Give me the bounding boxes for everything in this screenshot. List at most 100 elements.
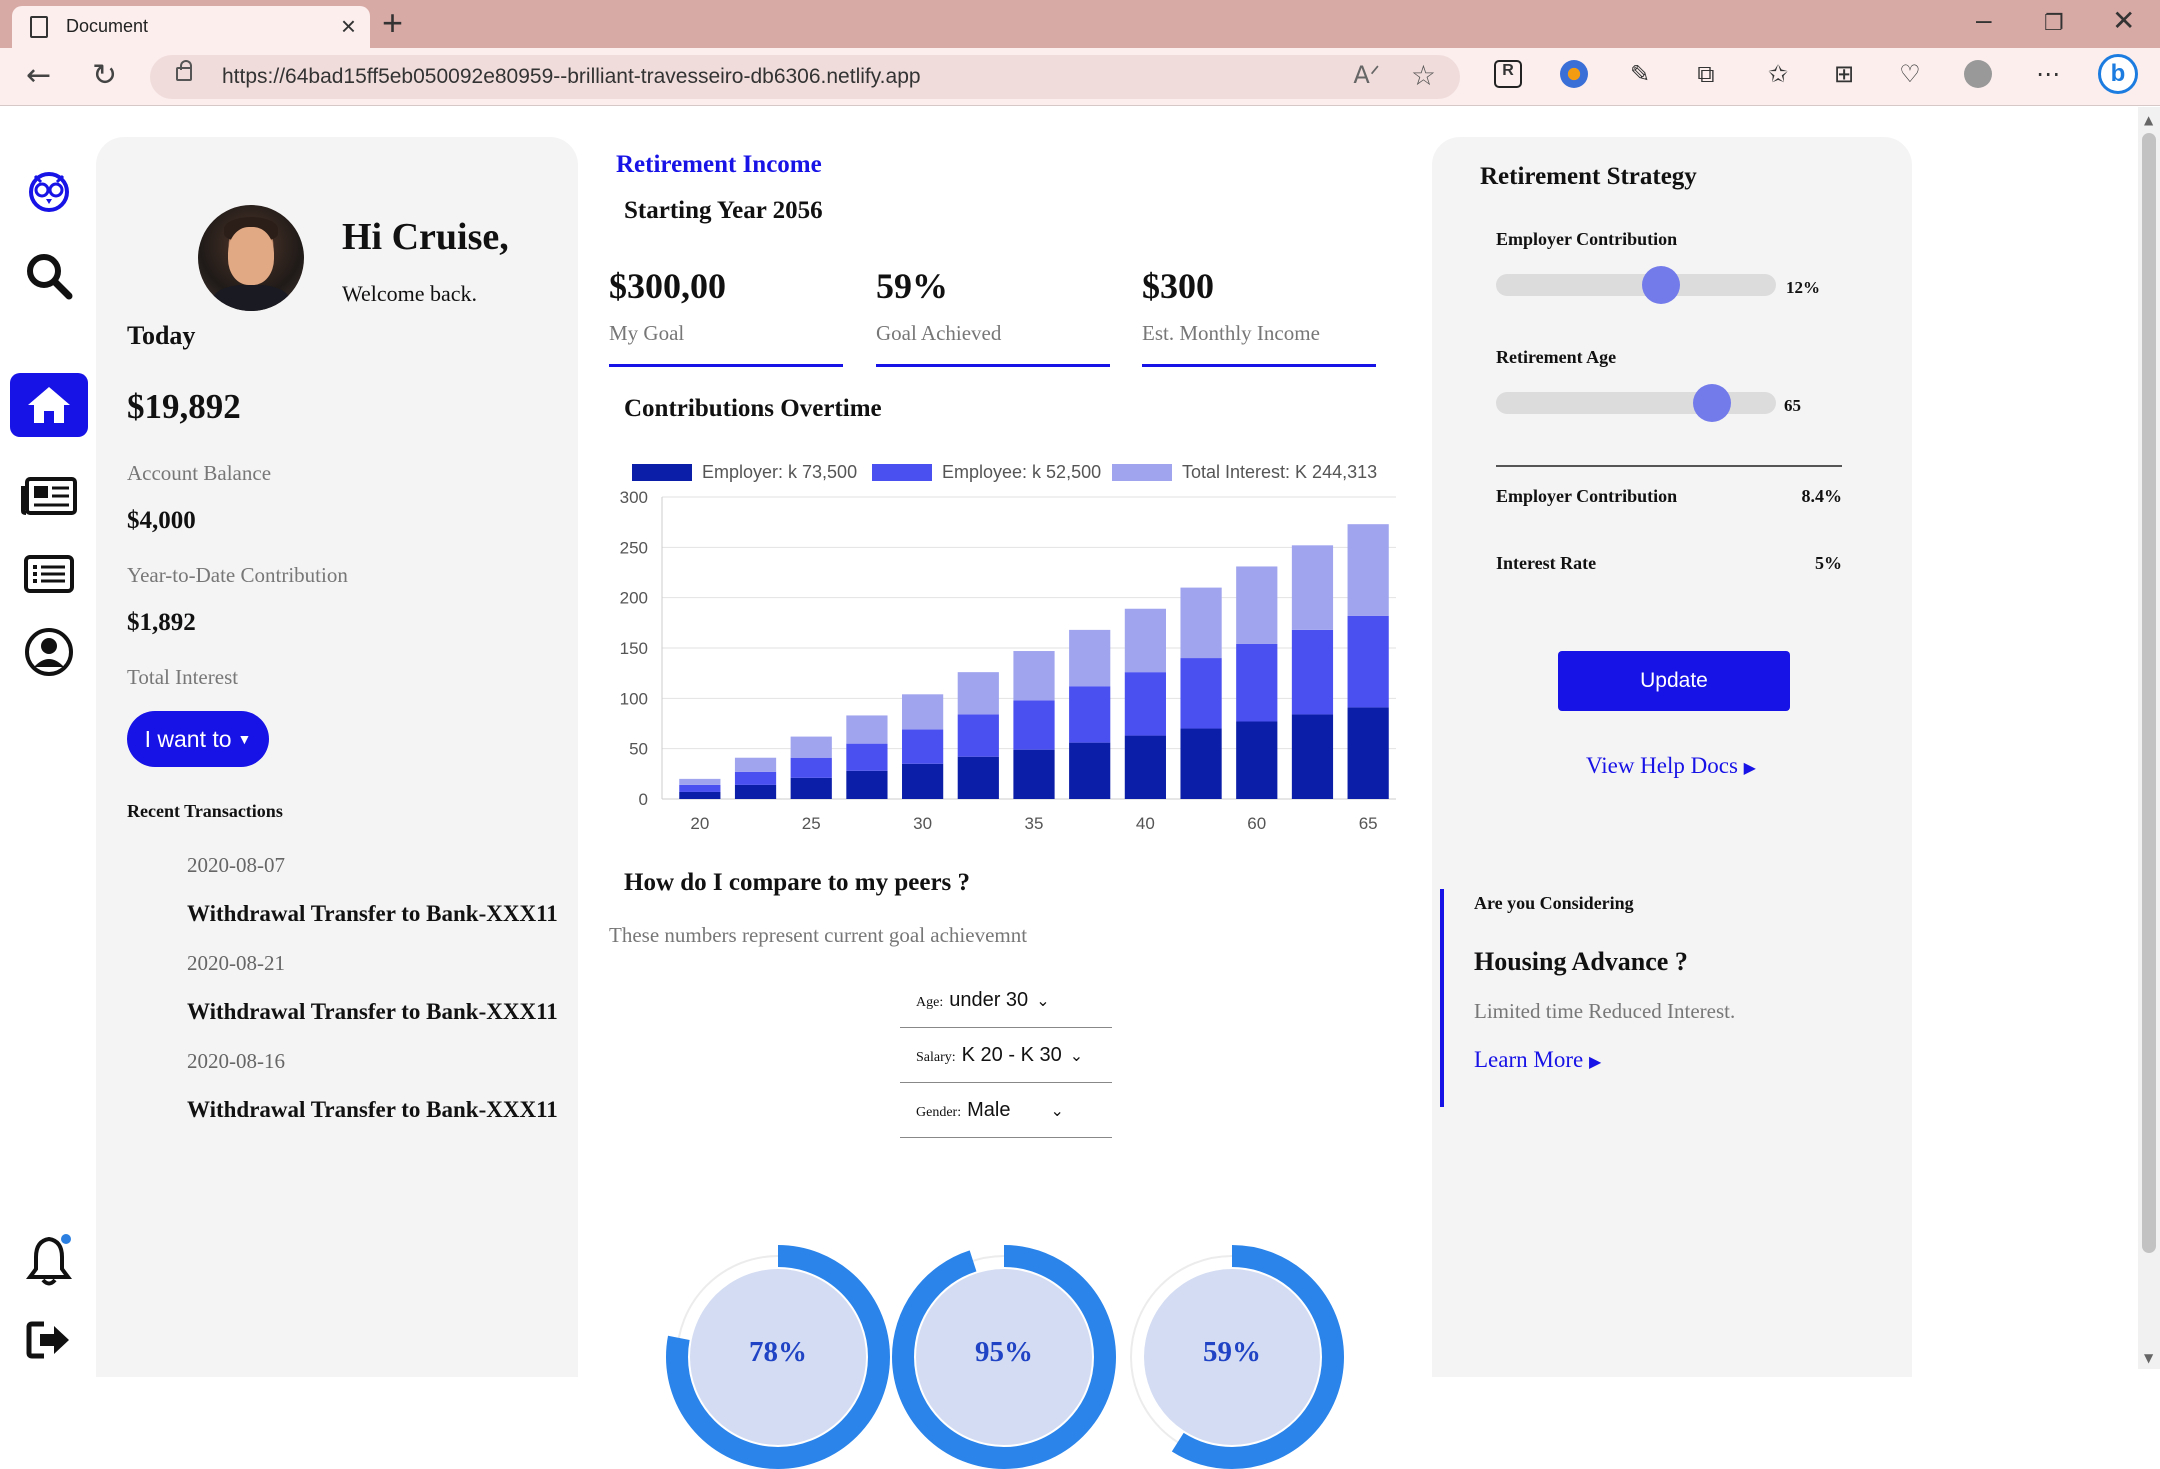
ytd-contribution-value: $4,000	[127, 507, 196, 534]
bar-segment	[734, 771, 777, 785]
newspaper-icon[interactable]	[20, 467, 78, 525]
extension-color-icon[interactable]	[1560, 60, 1588, 88]
bing-copilot-icon[interactable]: b	[2098, 54, 2138, 94]
notification-bell-icon[interactable]	[20, 1231, 78, 1289]
filter-value: Male	[967, 1098, 1011, 1121]
home-icon[interactable]	[10, 373, 88, 437]
tab-close-icon[interactable]: ×	[341, 11, 356, 42]
stat-label: Goal Achieved	[876, 321, 1002, 345]
view-help-docs-link[interactable]: View Help Docs ▶	[1586, 753, 1756, 779]
promo-title: Housing Advance ?	[1474, 947, 1688, 976]
scroll-down-icon[interactable]: ▼	[2144, 1351, 2153, 1365]
window-close-icon[interactable]: ✕	[2112, 4, 2135, 37]
bar-segment	[1124, 735, 1166, 799]
welcome-text: Welcome back.	[342, 281, 478, 306]
vertical-scrollbar[interactable]: ▲ ▼	[2138, 107, 2160, 1369]
transaction-description[interactable]: Withdrawal Transfer to Bank-XXX11	[187, 999, 558, 1025]
bar-segment	[1069, 686, 1111, 743]
lock-icon	[176, 60, 192, 81]
caret-right-icon: ▶	[1588, 1054, 1602, 1071]
new-tab-icon[interactable]: +	[382, 2, 403, 44]
gender-filter-select[interactable]: Gender: Male ⌄	[900, 1083, 1112, 1138]
bar-segment	[1069, 742, 1111, 799]
salary-filter-select[interactable]: Salary: K 20 - K 30 ⌄	[900, 1028, 1112, 1083]
transaction-description[interactable]: Withdrawal Transfer to Bank-XXX11	[187, 901, 558, 927]
filter-value: K 20 - K 30	[961, 1043, 1062, 1066]
recent-transactions-heading: Recent Transactions	[127, 801, 283, 821]
x-tick-label: 20	[690, 814, 709, 833]
bar-segment	[1180, 728, 1222, 799]
peer-donut-age: 78%	[666, 1245, 890, 1469]
bar-segment	[1291, 714, 1334, 799]
scroll-up-icon[interactable]: ▲	[2144, 113, 2153, 127]
slider-handle[interactable]	[1642, 266, 1681, 304]
bar-segment	[1180, 587, 1222, 659]
greeting: Hi Cruise,	[342, 216, 509, 258]
url-text: https://64bad15ff5eb050092e80959--brilli…	[222, 65, 921, 88]
y-tick-label: 0	[639, 790, 648, 809]
extensions-puzzle-icon[interactable]: ⧉	[1692, 60, 1720, 88]
bar-segment	[734, 784, 777, 799]
logout-icon[interactable]	[20, 1311, 78, 1369]
employer-contribution-slider[interactable]	[1496, 266, 1776, 304]
bar-segment	[957, 714, 999, 757]
collections-icon[interactable]: ⊞	[1830, 60, 1858, 88]
favorite-star-icon[interactable]: ☆	[1411, 59, 1436, 92]
chevron-down-icon: ⌄	[1036, 990, 1050, 1010]
bar-segment	[846, 715, 888, 744]
bar-segment	[734, 757, 777, 772]
caret-right-icon: ▶	[1743, 760, 1756, 777]
update-button[interactable]: Update	[1558, 651, 1790, 711]
x-tick-label: 65	[1359, 814, 1378, 833]
account-panel: Hi Cruise, Welcome back. Today $19,892 A…	[96, 137, 578, 1377]
learn-more-label: Learn More	[1474, 1047, 1584, 1072]
bar-segment	[1347, 524, 1389, 616]
scrollbar-thumb[interactable]	[2142, 133, 2156, 1253]
read-aloud-icon[interactable]: Aᐟ	[1353, 61, 1380, 89]
retirement-income-title: Retirement Income	[616, 151, 822, 178]
peer-donut-gender: 59%	[1120, 1245, 1344, 1469]
bar-segment	[957, 756, 999, 799]
browser-tab[interactable]: Document ×	[12, 6, 370, 48]
profile-avatar-icon[interactable]	[1964, 60, 1992, 88]
i-want-to-button[interactable]: I want to ▼	[127, 711, 269, 767]
back-icon[interactable]: ←	[26, 58, 51, 93]
bar-segment	[790, 736, 832, 758]
more-menu-icon[interactable]: ⋯	[2034, 60, 2062, 88]
i-want-to-label: I want to	[144, 725, 232, 752]
tab-title: Document	[66, 16, 149, 36]
bar-segment	[902, 694, 944, 730]
x-tick-label: 40	[1136, 814, 1155, 833]
user-profile-icon[interactable]	[20, 623, 78, 681]
restore-icon[interactable]: ❐	[2044, 10, 2064, 36]
reload-icon[interactable]: ↻	[92, 58, 117, 93]
donut-percent: 59%	[1203, 1336, 1261, 1368]
chevron-down-icon: ⌄	[1069, 1045, 1084, 1065]
x-tick-label: 35	[1025, 814, 1044, 833]
minimize-icon[interactable]: –	[1976, 4, 1992, 36]
age-filter-select[interactable]: Age: under 30 ⌄	[900, 973, 1112, 1028]
favorites-icon[interactable]: ✩	[1764, 60, 1792, 88]
donut-percent: 78%	[749, 1336, 807, 1368]
ytd-contribution-label: Year-to-Date Contribution	[127, 563, 348, 587]
learn-more-link[interactable]: Learn More ▶	[1474, 1047, 1601, 1073]
retirement-age-value: 65	[1784, 396, 1801, 415]
y-tick-label: 200	[620, 589, 648, 608]
list-icon[interactable]	[20, 545, 78, 603]
retirement-age-slider[interactable]	[1496, 384, 1776, 422]
y-tick-label: 300	[620, 488, 648, 507]
bar-segment	[1347, 615, 1389, 708]
url-field[interactable]: https://64bad15ff5eb050092e80959--brilli…	[150, 55, 1460, 99]
transaction-description[interactable]: Withdrawal Transfer to Bank-XXX11	[187, 1097, 558, 1123]
performance-heart-icon[interactable]: ♡	[1896, 60, 1924, 88]
x-tick-label: 60	[1247, 814, 1266, 833]
extension-pen-icon[interactable]: ✎	[1626, 60, 1654, 88]
bar-segment	[957, 672, 999, 715]
search-icon[interactable]	[20, 247, 78, 305]
retirement-strategy-panel: Retirement Strategy Employer Contributio…	[1432, 137, 1912, 1377]
filter-label: Salary:	[916, 1050, 956, 1065]
extension-r-icon[interactable]: R	[1494, 60, 1522, 88]
account-balance-value: $19,892	[127, 387, 241, 426]
help-link-label: View Help Docs	[1586, 753, 1738, 778]
slider-handle[interactable]	[1692, 384, 1731, 422]
